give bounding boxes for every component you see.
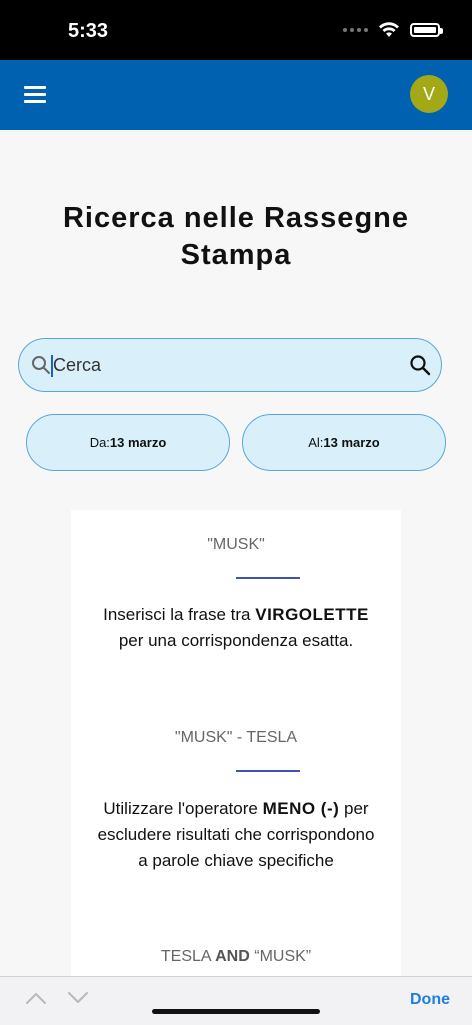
search-input[interactable]: [53, 349, 393, 381]
avatar[interactable]: V: [410, 75, 448, 113]
example-3-query: TESLA AND “MUSK”: [160, 948, 312, 965]
divider: [236, 770, 300, 772]
example-1-query: "MUSK": [207, 536, 265, 553]
search-icon: [32, 356, 50, 374]
chevron-up-icon[interactable]: [25, 991, 47, 1005]
wifi-icon: [379, 22, 399, 37]
search-submit-icon[interactable]: [409, 354, 431, 376]
status-time: 5:33: [68, 20, 109, 42]
keyboard-toolbar: Done: [0, 976, 472, 1025]
page-title: Ricerca nelle Rassegne Stampa: [62, 202, 409, 271]
done-button[interactable]: Done: [410, 991, 450, 1009]
battery-icon: [410, 23, 443, 37]
date-to-value: 13 marzo: [323, 435, 380, 450]
signal-icon: [343, 28, 368, 32]
date-from-value: 13 marzo: [109, 435, 167, 450]
example-1-description: Inserisci la frase tra VIRGOLETTE per un…: [103, 605, 369, 650]
example-2-description: Utilizzare l'operatore MENO (-) per escl…: [97, 799, 375, 870]
home-indicator: [152, 1009, 320, 1014]
example-2-query: "MUSK" - TESLA: [174, 729, 298, 746]
status-bar: 5:33: [0, 0, 472, 60]
search-box[interactable]: [18, 338, 442, 392]
chevron-down-icon[interactable]: [67, 991, 89, 1005]
date-to-button[interactable]: Al: 13 marzo: [242, 414, 446, 471]
app-bar: V: [0, 60, 472, 130]
date-from-button[interactable]: Da: 13 marzo: [26, 414, 230, 471]
hamburger-menu-icon[interactable]: [24, 86, 46, 104]
date-from-label: Da:: [89, 435, 110, 450]
date-to-label: Al:: [308, 435, 324, 450]
search-help-card: "MUSK" Inserisci la frase tra VIRGOLETTE…: [71, 510, 401, 980]
divider: [236, 577, 300, 579]
status-icons: [343, 22, 443, 38]
